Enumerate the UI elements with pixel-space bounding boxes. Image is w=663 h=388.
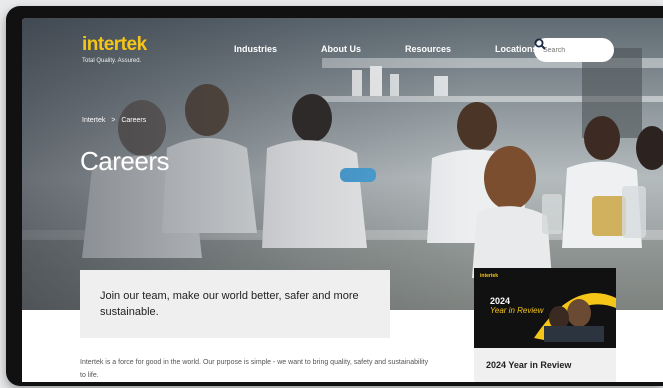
nav-locations[interactable]: Locations [495, 44, 538, 54]
top-navigation: intertek Total Quality. Assured. Industr… [22, 18, 663, 76]
thumbnail-caption: Year in Review [490, 306, 544, 315]
intertek-logo[interactable]: intertek [82, 34, 147, 56]
breadcrumb-careers: Careers [121, 117, 147, 124]
year-in-review-title[interactable]: 2024 Year in Review [486, 360, 571, 370]
nav-industries[interactable]: Industries [234, 44, 277, 54]
thumbnail-year: 2024 [490, 296, 511, 306]
page-title: Careers [80, 146, 169, 176]
hero-banner: intertek Total Quality. Assured. Industr… [22, 18, 663, 310]
nav-resources[interactable]: Resources [405, 44, 451, 54]
search-input[interactable] [543, 46, 591, 54]
nav-about-us[interactable]: About Us [321, 44, 361, 54]
year-in-review-card[interactable]: intertek 2024 Year in Review 2024 Year i… [474, 268, 616, 382]
year-in-review-thumbnail[interactable]: intertek 2024 Year in Review [474, 268, 616, 348]
browser-viewport: intertek Total Quality. Assured. Industr… [22, 18, 663, 382]
breadcrumb: Intertek > Careers [82, 117, 150, 124]
search-box[interactable] [534, 38, 614, 62]
logo-tagline: Total Quality. Assured. [82, 58, 142, 64]
breadcrumb-intertek[interactable]: Intertek [82, 117, 105, 124]
intro-text: Join our team, make our world better, sa… [100, 290, 359, 318]
main-menu: Industries About Us Resources Locations [234, 44, 582, 54]
search-icon[interactable] [534, 38, 546, 50]
breadcrumb-separator: > [111, 117, 116, 124]
body-paragraph: Intertek is a force for good in the worl… [80, 359, 429, 379]
intro-card: Join our team, make our world better, sa… [80, 270, 390, 338]
thumbnail-brand: intertek [480, 273, 499, 279]
device-frame: intertek Total Quality. Assured. Industr… [6, 6, 663, 386]
